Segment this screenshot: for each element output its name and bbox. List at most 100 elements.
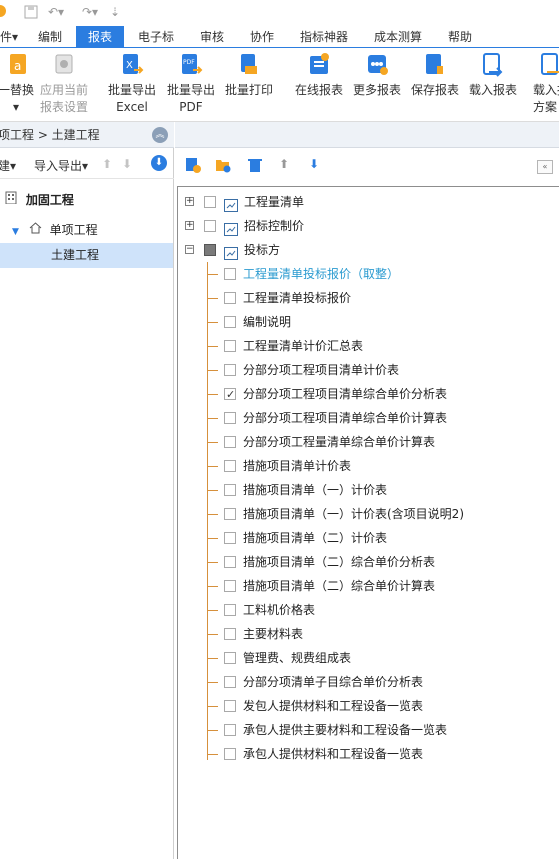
report-checkbox[interactable]: [224, 316, 236, 328]
report-checkbox[interactable]: [224, 556, 236, 568]
report-row[interactable]: 分部分项清单子目综合单价分析表: [178, 670, 558, 694]
report-checkbox[interactable]: [224, 700, 236, 712]
report-row[interactable]: 发包人提供材料和工程设备一览表: [178, 694, 558, 718]
report-row[interactable]: 措施项目清单（一）计价表(含项目说明2): [178, 502, 558, 526]
menu-report[interactable]: 报表: [76, 26, 125, 48]
tree-node-civil-works[interactable]: 土建工程: [0, 243, 173, 268]
report-row[interactable]: 工程量清单投标报价（取整）: [178, 262, 558, 286]
group-checkbox[interactable]: [204, 220, 216, 232]
move-up-icon[interactable]: ⬆: [102, 157, 112, 171]
report-row[interactable]: 主要材料表: [178, 622, 558, 646]
load-report-button[interactable]: 载入报表: [468, 52, 518, 99]
report-checkbox[interactable]: [224, 383, 236, 407]
group-row-bill[interactable]: + 工程量清单: [178, 190, 558, 214]
report-checkbox[interactable]: [224, 676, 236, 688]
collapse-left-icon[interactable]: «: [537, 160, 553, 174]
tree-connector-branch: [207, 730, 218, 731]
report-row[interactable]: 措施项目清单计价表: [178, 454, 558, 478]
menu-indicator-tool[interactable]: 指标神器: [300, 26, 348, 48]
report-checkbox[interactable]: [224, 628, 236, 640]
expand-icon[interactable]: +: [185, 221, 194, 230]
save-icon[interactable]: [24, 5, 38, 22]
batch-print-button[interactable]: 批量打印: [224, 52, 274, 99]
tree-node-single-project[interactable]: ▼ 单项工程: [12, 218, 174, 243]
move-down-icon[interactable]: ⬇: [309, 157, 325, 173]
report-checkbox[interactable]: [224, 724, 236, 736]
report-row[interactable]: 分部分项工程项目清单计价表: [178, 358, 558, 382]
report-checkbox[interactable]: [224, 364, 236, 376]
menu-review[interactable]: 审核: [200, 26, 224, 48]
report-row[interactable]: 措施项目清单（一）计价表: [178, 478, 558, 502]
move-up-icon[interactable]: ⬆: [279, 157, 295, 173]
expand-arrow-icon[interactable]: ▼: [12, 227, 19, 237]
collapse-icon[interactable]: −: [185, 245, 194, 254]
online-report-button[interactable]: 在线报表: [294, 52, 344, 99]
group-checkbox[interactable]: [204, 196, 216, 208]
title-bar: ↶▾ ↷▾ ⇣: [0, 0, 559, 26]
report-checkbox[interactable]: [224, 508, 236, 520]
report-checkbox[interactable]: [224, 340, 236, 352]
report-row[interactable]: 措施项目清单（二）综合单价分析表: [178, 550, 558, 574]
report-checkbox[interactable]: [224, 484, 236, 496]
expand-icon[interactable]: +: [185, 197, 194, 206]
report-checkbox[interactable]: [224, 268, 236, 280]
menu-collaborate[interactable]: 协作: [250, 26, 274, 48]
menu-file[interactable]: 件▾: [0, 26, 18, 48]
report-checkbox[interactable]: [224, 460, 236, 472]
customize-quick-access-icon[interactable]: ⇣: [110, 5, 120, 19]
add-report-icon[interactable]: [185, 157, 201, 173]
redo-icon[interactable]: ↷▾: [82, 5, 98, 19]
report-row[interactable]: 分部分项工程项目清单综合单价分析表: [178, 382, 558, 407]
report-row[interactable]: 分部分项工程项目清单综合单价计算表: [178, 406, 558, 430]
apply-current-report-settings-button[interactable]: 应用当前 报表设置: [38, 52, 90, 116]
report-checkbox[interactable]: [224, 532, 236, 544]
tree-connector-branch: [207, 394, 218, 395]
load-scheme-icon: [539, 52, 559, 78]
batch-export-pdf-button[interactable]: PDF 批量导出 PDF: [165, 52, 217, 116]
report-checkbox[interactable]: [224, 412, 236, 424]
move-down-icon[interactable]: ⬇: [122, 157, 132, 171]
add-folder-icon[interactable]: [215, 157, 231, 173]
report-label: 工程量清单投标报价: [243, 291, 352, 305]
report-row[interactable]: 措施项目清单（二）计价表: [178, 526, 558, 550]
tree-connector-branch: [207, 658, 218, 659]
download-icon[interactable]: ⬇: [151, 155, 167, 171]
report-row[interactable]: 管理费、规费组成表: [178, 646, 558, 670]
report-row[interactable]: 分部分项工程量清单综合单价计算表: [178, 430, 558, 454]
group-row-control-price[interactable]: + 招标控制价: [178, 214, 558, 238]
pdf-export-icon: PDF: [179, 52, 203, 78]
batch-export-excel-button[interactable]: X 批量导出 Excel: [106, 52, 158, 116]
delete-icon[interactable]: [247, 157, 263, 173]
report-row[interactable]: 承包人提供主要材料和工程设备一览表: [178, 718, 558, 742]
import-export-dropdown[interactable]: 导入导出▾: [34, 157, 88, 174]
replace-button[interactable]: a 一替换 ▾: [0, 52, 36, 116]
report-label: 分部分项工程量清单综合单价计算表: [243, 435, 436, 449]
menu-edit[interactable]: 编制: [38, 26, 62, 48]
menu-e-bid[interactable]: 电子标: [138, 26, 174, 48]
group-row-bidder[interactable]: − 投标方: [178, 238, 558, 262]
report-checkbox[interactable]: [224, 580, 236, 592]
load-report-scheme-button[interactable]: 载入报 方案: [526, 52, 559, 116]
menu-help[interactable]: 帮助: [448, 26, 472, 48]
group-checkbox[interactable]: [204, 244, 216, 256]
report-label: 措施项目清单（二）综合单价分析表: [243, 555, 436, 569]
report-row[interactable]: 措施项目清单（二）综合单价计算表: [178, 574, 558, 598]
more-reports-button[interactable]: 更多报表: [352, 52, 402, 99]
tree-node-root[interactable]: 加固工程: [4, 188, 174, 213]
menu-cost-estimate[interactable]: 成本测算: [374, 26, 422, 48]
report-row[interactable]: 工料机价格表: [178, 598, 558, 622]
collapse-panel-icon[interactable]: ︽: [152, 127, 168, 143]
report-row[interactable]: 工程量清单计价汇总表: [178, 334, 558, 358]
undo-icon[interactable]: ↶▾: [48, 5, 64, 19]
report-checkbox[interactable]: [224, 292, 236, 304]
report-row[interactable]: 编制说明: [178, 310, 558, 334]
report-row[interactable]: 承包人提供材料和工程设备一览表: [178, 742, 558, 766]
report-checkbox[interactable]: [224, 436, 236, 448]
report-checkbox[interactable]: [224, 604, 236, 616]
report-checkbox[interactable]: [224, 652, 236, 664]
save-report-button[interactable]: 保存报表: [410, 52, 460, 99]
tree-connector-branch: [207, 442, 218, 443]
report-row[interactable]: 工程量清单投标报价: [178, 286, 558, 310]
report-checkbox[interactable]: [224, 748, 236, 760]
new-dropdown[interactable]: 建▾: [0, 157, 16, 174]
